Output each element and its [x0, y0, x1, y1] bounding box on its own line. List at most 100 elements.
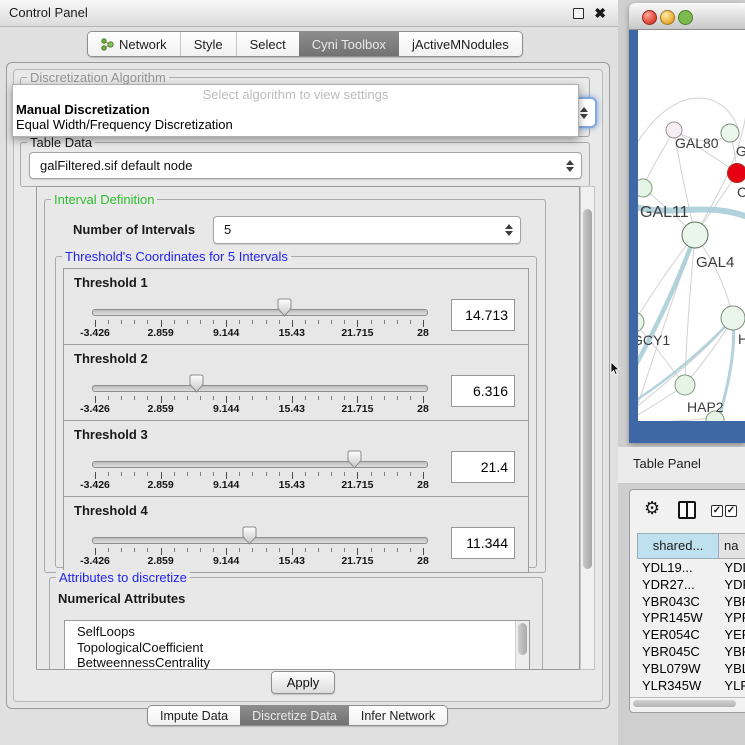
cell-name: YER0: [724, 627, 745, 644]
apply-button[interactable]: Apply: [271, 671, 335, 694]
scrollbar-thumb[interactable]: [633, 700, 736, 707]
cell-shared-name: YER054C: [637, 627, 724, 644]
scrollbar-thumb[interactable]: [583, 209, 592, 569]
table-row[interactable]: YLR345WYLR3: [637, 678, 745, 695]
network-node[interactable]: [675, 375, 695, 395]
network-node[interactable]: [682, 222, 708, 248]
tick-mark: [331, 472, 332, 476]
network-canvas[interactable]: GAL80 GA C GAL11 GAL4 GCY1 H HAP2: [638, 30, 745, 421]
cell-name: YBR0: [724, 594, 745, 611]
slider-track[interactable]: [92, 537, 428, 544]
table-row[interactable]: YBL079WYBL0: [637, 661, 745, 678]
tab-select[interactable]: Select: [236, 32, 299, 56]
float-window-icon[interactable]: [573, 8, 584, 19]
split-columns-icon[interactable]: [678, 501, 696, 519]
threshold-panel-2: Threshold 2-3.4262.8599.14415.4321.71528…: [63, 344, 529, 421]
list-item[interactable]: TopologicalCoefficient: [65, 640, 529, 656]
slider-thumb[interactable]: [189, 374, 204, 393]
slider-track[interactable]: [92, 461, 428, 468]
cell-shared-name: YBR045C: [637, 644, 724, 661]
tick-label: 28: [417, 555, 429, 567]
table-row[interactable]: YPR145WYPR1: [637, 610, 745, 627]
threshold-panel-3: Threshold 3-3.4262.8599.14415.4321.71528…: [63, 420, 529, 497]
checkbox-icon[interactable]: ✓: [725, 505, 737, 517]
threshold-value-field[interactable]: 14.713: [451, 299, 515, 331]
tick-mark: [161, 320, 162, 327]
tick-label: 2.859: [147, 555, 173, 567]
tick-mark: [279, 472, 280, 476]
tick-mark: [357, 548, 358, 555]
checkbox-icon[interactable]: ✓: [711, 505, 723, 517]
tick-mark: [384, 320, 385, 324]
table-row[interactable]: YDL19...YDL1: [637, 560, 745, 577]
slider-track[interactable]: [92, 309, 428, 316]
table-row[interactable]: YER054CYER0: [637, 627, 745, 644]
gear-icon[interactable]: ⚙: [644, 498, 660, 518]
table-row[interactable]: YBR045CYBR0: [637, 644, 745, 661]
network-node[interactable]: [721, 306, 745, 330]
tick-mark: [187, 320, 188, 324]
threshold-value-field[interactable]: 11.344: [451, 527, 515, 559]
tab-style[interactable]: Style: [180, 32, 236, 56]
popup-item-equal-width-frequency[interactable]: Equal Width/Frequency Discretization: [16, 117, 233, 132]
network-node[interactable]: [638, 179, 652, 197]
column-header-name[interactable]: na: [719, 533, 745, 559]
tick-mark: [252, 320, 253, 324]
cell-shared-name: YPR145W: [637, 610, 724, 627]
tick-mark: [397, 396, 398, 400]
tick-mark: [279, 548, 280, 552]
tab-discretize-data[interactable]: Discretize Data: [240, 706, 349, 725]
table-data-combobox[interactable]: galFiltered.sif default node: [29, 152, 582, 179]
tab-infer-network[interactable]: Infer Network: [349, 706, 447, 725]
network-node[interactable]: [638, 312, 644, 332]
slider-tick-labels: -3.4262.8599.14415.4321.71528: [95, 479, 423, 491]
tick-mark: [161, 396, 162, 403]
network-node-selected[interactable]: [728, 164, 745, 183]
tab-jactivemnodules[interactable]: jActiveMNodules: [399, 32, 522, 56]
slider-track[interactable]: [92, 385, 428, 392]
list-item[interactable]: BetweennessCentrality: [65, 655, 529, 670]
threshold-value-field[interactable]: 6.316: [451, 375, 515, 407]
tick-mark: [134, 472, 135, 476]
table-horizontal-scrollbar[interactable]: [630, 697, 745, 709]
window-minimize-icon[interactable]: [660, 10, 675, 25]
tab-impute-data[interactable]: Impute Data: [148, 706, 240, 725]
list-item[interactable]: SelfLoops: [65, 624, 529, 640]
network-node[interactable]: [721, 124, 739, 142]
node-label-partial-top-right: GA: [736, 143, 745, 159]
settings-vertical-scrollbar[interactable]: [580, 186, 595, 670]
attributes-list-scrollbar[interactable]: [515, 621, 529, 670]
slider-thumb[interactable]: [242, 526, 257, 545]
tick-label: 2.859: [147, 479, 173, 491]
cell-shared-name: YBR043C: [637, 594, 724, 611]
table-data-group: Table Data galFiltered.sif default node: [20, 142, 590, 187]
tick-mark: [331, 396, 332, 400]
column-header-shared-name[interactable]: shared...: [637, 533, 719, 559]
window-zoom-icon[interactable]: [678, 10, 693, 25]
window-close-icon[interactable]: [642, 10, 657, 25]
tab-cyni-toolbox[interactable]: Cyni Toolbox: [299, 32, 399, 56]
tick-mark: [279, 396, 280, 400]
popup-item-manual-discretization[interactable]: Manual Discretization: [16, 102, 150, 117]
tick-mark: [357, 472, 358, 479]
slider-thumb[interactable]: [347, 450, 362, 469]
tick-mark: [357, 396, 358, 403]
number-of-intervals-combobox[interactable]: 5: [213, 216, 521, 244]
table-row[interactable]: YBR043CYBR0: [637, 594, 745, 611]
scrollbar-thumb[interactable]: [518, 623, 527, 655]
tick-mark: [279, 320, 280, 324]
threshold-value-field[interactable]: 21.4: [451, 451, 515, 483]
tick-label: 28: [417, 403, 429, 415]
close-icon[interactable]: ✖: [594, 4, 606, 22]
cell-name: YBR0: [724, 644, 745, 661]
node-label-gal4: GAL4: [696, 254, 734, 271]
slider-thumb[interactable]: [277, 298, 292, 317]
table-data-label: Table Data: [27, 135, 95, 150]
tick-mark: [384, 472, 385, 476]
tab-network[interactable]: Network: [88, 32, 180, 56]
tick-mark: [213, 396, 214, 400]
numerical-attributes-list[interactable]: SelfLoopsTopologicalCoefficientBetweenne…: [64, 620, 530, 670]
tick-mark: [95, 548, 96, 555]
table-row[interactable]: YDR27...YDR2: [637, 577, 745, 594]
tick-label: 9.144: [213, 555, 239, 567]
